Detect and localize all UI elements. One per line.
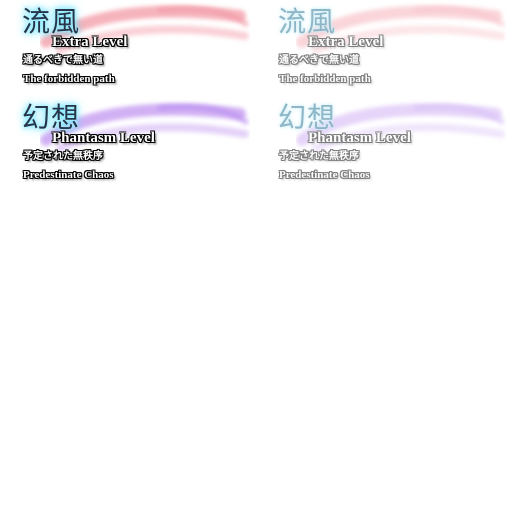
extra-level-option-active[interactable]: 流風 Extra Level 通るべきで無い道 The forbidden pa… xyxy=(0,0,250,94)
english-subtitle: The forbidden path xyxy=(23,73,115,85)
phantasm-level-option-dimmed[interactable]: 幻想 Phantasm Level 予定された無秩序 Predestinate … xyxy=(256,96,506,190)
difficulty-sprite-sheet: 流風 Extra Level 通るべきで無い道 The forbidden pa… xyxy=(0,0,512,512)
japanese-subtitle: 予定された無秩序 xyxy=(23,151,103,162)
japanese-subtitle: 通るべきで無い道 xyxy=(23,55,103,66)
japanese-subtitle: 予定された無秩序 xyxy=(279,151,359,162)
english-subtitle: The forbidden path xyxy=(279,73,371,85)
english-subtitle: Predestinate Chaos xyxy=(23,169,114,181)
difficulty-level-label: Extra Level xyxy=(52,34,128,50)
japanese-subtitle: 通るべきで無い道 xyxy=(279,55,359,66)
difficulty-level-label: Phantasm Level xyxy=(308,130,411,146)
extra-level-option-dimmed[interactable]: 流風 Extra Level 通るべきで無い道 The forbidden pa… xyxy=(256,0,506,94)
difficulty-level-label: Phantasm Level xyxy=(52,130,155,146)
phantasm-level-option-active[interactable]: 幻想 Phantasm Level 予定された無秩序 Predestinate … xyxy=(0,96,250,190)
difficulty-level-label: Extra Level xyxy=(308,34,384,50)
english-subtitle: Predestinate Chaos xyxy=(279,169,370,181)
